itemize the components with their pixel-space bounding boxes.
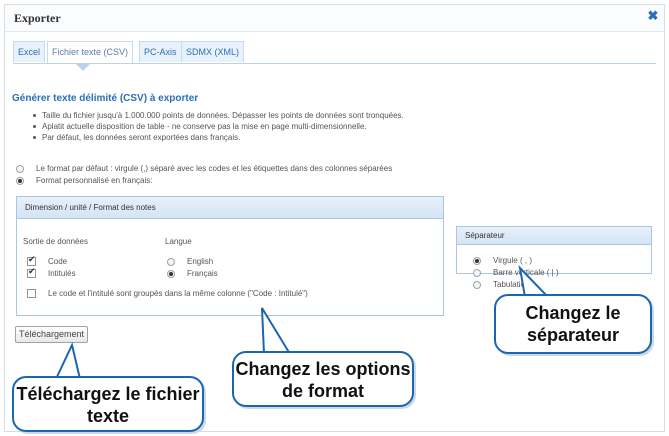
format-callout-tail	[261, 307, 292, 355]
format-callout: Changez les options de format	[232, 351, 414, 407]
download-callout: Téléchargez le fichier texte	[12, 376, 204, 432]
download-callout-tail	[54, 341, 82, 380]
separator-callout-tail	[518, 264, 551, 298]
separator-callout: Changez le séparateur	[494, 294, 652, 354]
